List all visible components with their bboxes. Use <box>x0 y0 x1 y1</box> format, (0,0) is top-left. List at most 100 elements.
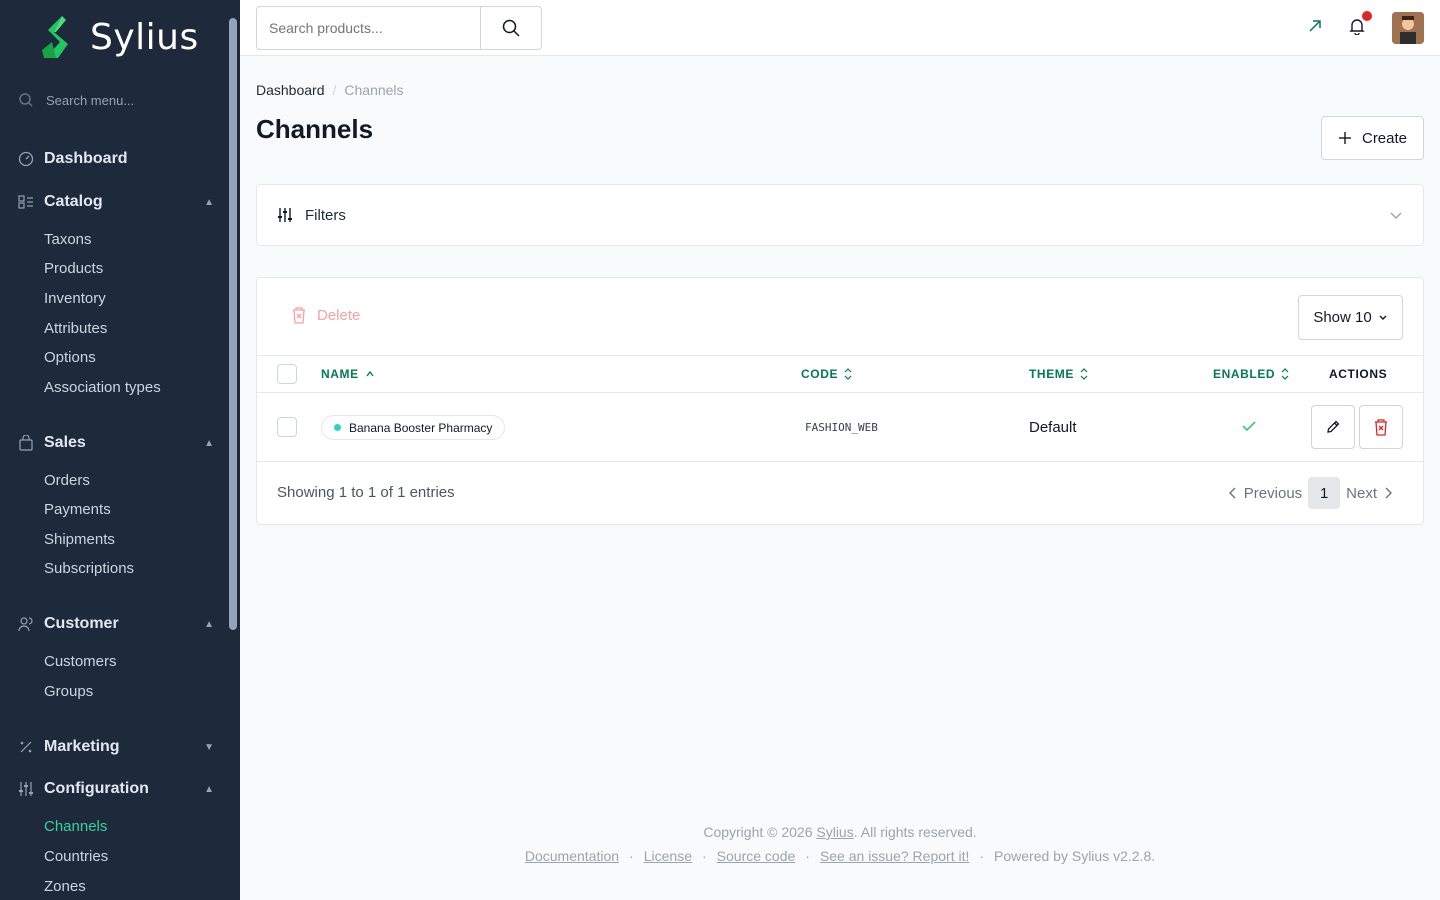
chevron-down-icon: ▼ <box>204 741 214 753</box>
sidebar-section-customer[interactable]: Customer ▲ <box>18 615 214 633</box>
avatar-image <box>1392 12 1424 44</box>
page-title: Channels <box>256 114 374 144</box>
report-issue-link[interactable]: See an issue? Report it! <box>820 848 969 864</box>
column-enabled-header[interactable]: ENABLED <box>1213 367 1289 381</box>
column-enabled-label: ENABLED <box>1213 367 1276 381</box>
check-icon <box>1242 421 1256 432</box>
sidebar-item-groups[interactable]: Groups <box>44 683 93 700</box>
shopping-bag-icon <box>19 435 33 451</box>
brand-name: Sylius <box>90 16 199 58</box>
sidebar-item-inventory[interactable]: Inventory <box>44 290 106 307</box>
row-checkbox[interactable] <box>277 417 297 437</box>
sidebar-section-sales[interactable]: Sales ▲ <box>18 434 214 452</box>
sidebar-item-countries[interactable]: Countries <box>44 848 108 865</box>
filters-toggle[interactable]: Filters <box>256 184 1424 246</box>
pagination: Previous 1 Next <box>1228 477 1393 509</box>
column-name-header[interactable]: NAME <box>321 367 375 381</box>
page-number-current[interactable]: 1 <box>1308 477 1341 509</box>
sidebar-section-label: Configuration <box>44 780 149 797</box>
sliders-icon <box>278 208 292 222</box>
sliders-icon <box>19 782 33 796</box>
sidebar-section-label: Catalog <box>44 193 103 210</box>
select-all-checkbox[interactable] <box>277 364 297 384</box>
menu-search[interactable]: Search menu... <box>18 92 134 108</box>
table-row: Banana Booster Pharmacy FASHION_WEB Defa… <box>257 393 1423 462</box>
footer-separator: · <box>629 848 634 864</box>
create-button-label: Create <box>1361 129 1408 147</box>
channel-name-badge: Banana Booster Pharmacy <box>321 415 506 440</box>
powered-by: Powered by Sylius v2.2.8. <box>994 848 1156 864</box>
bulk-delete-button[interactable]: Delete <box>291 306 360 324</box>
breadcrumb-dashboard[interactable]: Dashboard <box>256 82 325 98</box>
dashboard-icon <box>18 151 34 167</box>
sylius-logo[interactable]: Sylius <box>40 14 199 60</box>
per-page-label: Show 10 <box>1313 309 1372 326</box>
breadcrumb: Dashboard / Channels <box>256 82 404 98</box>
sidebar-section-marketing[interactable]: Marketing ▼ <box>18 738 214 756</box>
sort-icon <box>1281 368 1289 380</box>
footer-separator: · <box>979 848 985 864</box>
previous-label: Previous <box>1243 484 1303 502</box>
sidebar-section-catalog[interactable]: Catalog ▲ <box>18 193 214 211</box>
sidebar-section-label: Customer <box>44 615 119 632</box>
footer-separator: · <box>701 848 707 864</box>
next-page-button[interactable]: Next <box>1346 485 1393 502</box>
sidebar-item-label: Dashboard <box>44 150 128 167</box>
sylius-link[interactable]: Sylius <box>816 824 853 840</box>
column-theme-header[interactable]: THEME <box>1029 367 1088 381</box>
sidebar-item-customers[interactable]: Customers <box>44 653 117 670</box>
sidebar-item-payments[interactable]: Payments <box>44 501 111 518</box>
chevron-up-icon: ▲ <box>204 783 214 795</box>
sidebar-item-channels[interactable]: Channels <box>44 818 107 835</box>
users-icon <box>18 617 33 632</box>
sidebar-item-products[interactable]: Products <box>44 260 103 277</box>
column-actions-header: ACTIONS <box>1329 367 1387 381</box>
page-footer: Copyright © 2026 Sylius. All rights rese… <box>240 820 1440 868</box>
delete-button[interactable] <box>1359 405 1403 449</box>
notifications-button[interactable] <box>1348 10 1372 40</box>
chevron-down-icon <box>1379 315 1387 320</box>
plus-icon <box>1338 132 1351 144</box>
documentation-link[interactable]: Documentation <box>525 848 619 864</box>
sidebar-section-configuration[interactable]: Configuration ▲ <box>18 780 214 798</box>
column-theme-label: THEME <box>1029 367 1074 381</box>
breadcrumb-current: Channels <box>344 82 404 98</box>
search-button[interactable] <box>481 7 541 49</box>
channel-code: FASHION_WEB <box>805 421 878 434</box>
channels-grid: Delete Show 10 NAME CODE THEME ENABLED A… <box>256 277 1424 525</box>
open-shop-link[interactable] <box>1308 19 1322 38</box>
topbar-icons <box>1308 10 1424 44</box>
chevron-left-icon <box>1228 487 1236 499</box>
edit-button[interactable] <box>1311 405 1355 449</box>
notification-badge <box>1362 10 1372 21</box>
trash-icon <box>1375 419 1387 436</box>
sidebar-scroll-thumb[interactable] <box>229 18 237 630</box>
sidebar-item-shipments[interactable]: Shipments <box>44 531 115 548</box>
source-code-link[interactable]: Source code <box>717 848 796 864</box>
percent-icon <box>20 741 32 753</box>
license-link[interactable]: License <box>644 848 692 864</box>
column-name-label: NAME <box>321 367 359 381</box>
sidebar-item-orders[interactable]: Orders <box>44 472 90 489</box>
copyright-suffix: . All rights reserved. <box>853 824 977 840</box>
catalog-icon <box>18 195 33 209</box>
per-page-select[interactable]: Show 10 <box>1298 295 1403 340</box>
sylius-logo-icon <box>42 16 68 58</box>
sidebar-item-attributes[interactable]: Attributes <box>44 320 107 337</box>
product-search-input[interactable] <box>257 7 481 49</box>
sidebar-item-zones[interactable]: Zones <box>44 878 86 895</box>
table-header: NAME CODE THEME ENABLED ACTIONS <box>257 355 1423 393</box>
chevron-up-icon: ▲ <box>204 618 214 630</box>
grid-footer: Showing 1 to 1 of 1 entries Previous 1 N… <box>257 462 1423 524</box>
create-button[interactable]: Create <box>1321 116 1424 160</box>
previous-page-button[interactable]: Previous <box>1228 485 1302 502</box>
sidebar-item-taxons[interactable]: Taxons <box>44 231 92 248</box>
enabled-status <box>1241 419 1257 438</box>
search-icon <box>19 93 33 107</box>
sidebar-item-dashboard[interactable]: Dashboard <box>18 150 214 168</box>
user-avatar[interactable] <box>1392 12 1424 44</box>
column-code-header[interactable]: CODE <box>801 367 852 381</box>
sidebar-item-association-types[interactable]: Association types <box>44 379 161 396</box>
sidebar-item-options[interactable]: Options <box>44 349 96 366</box>
sidebar-item-subscriptions[interactable]: Subscriptions <box>44 560 134 577</box>
